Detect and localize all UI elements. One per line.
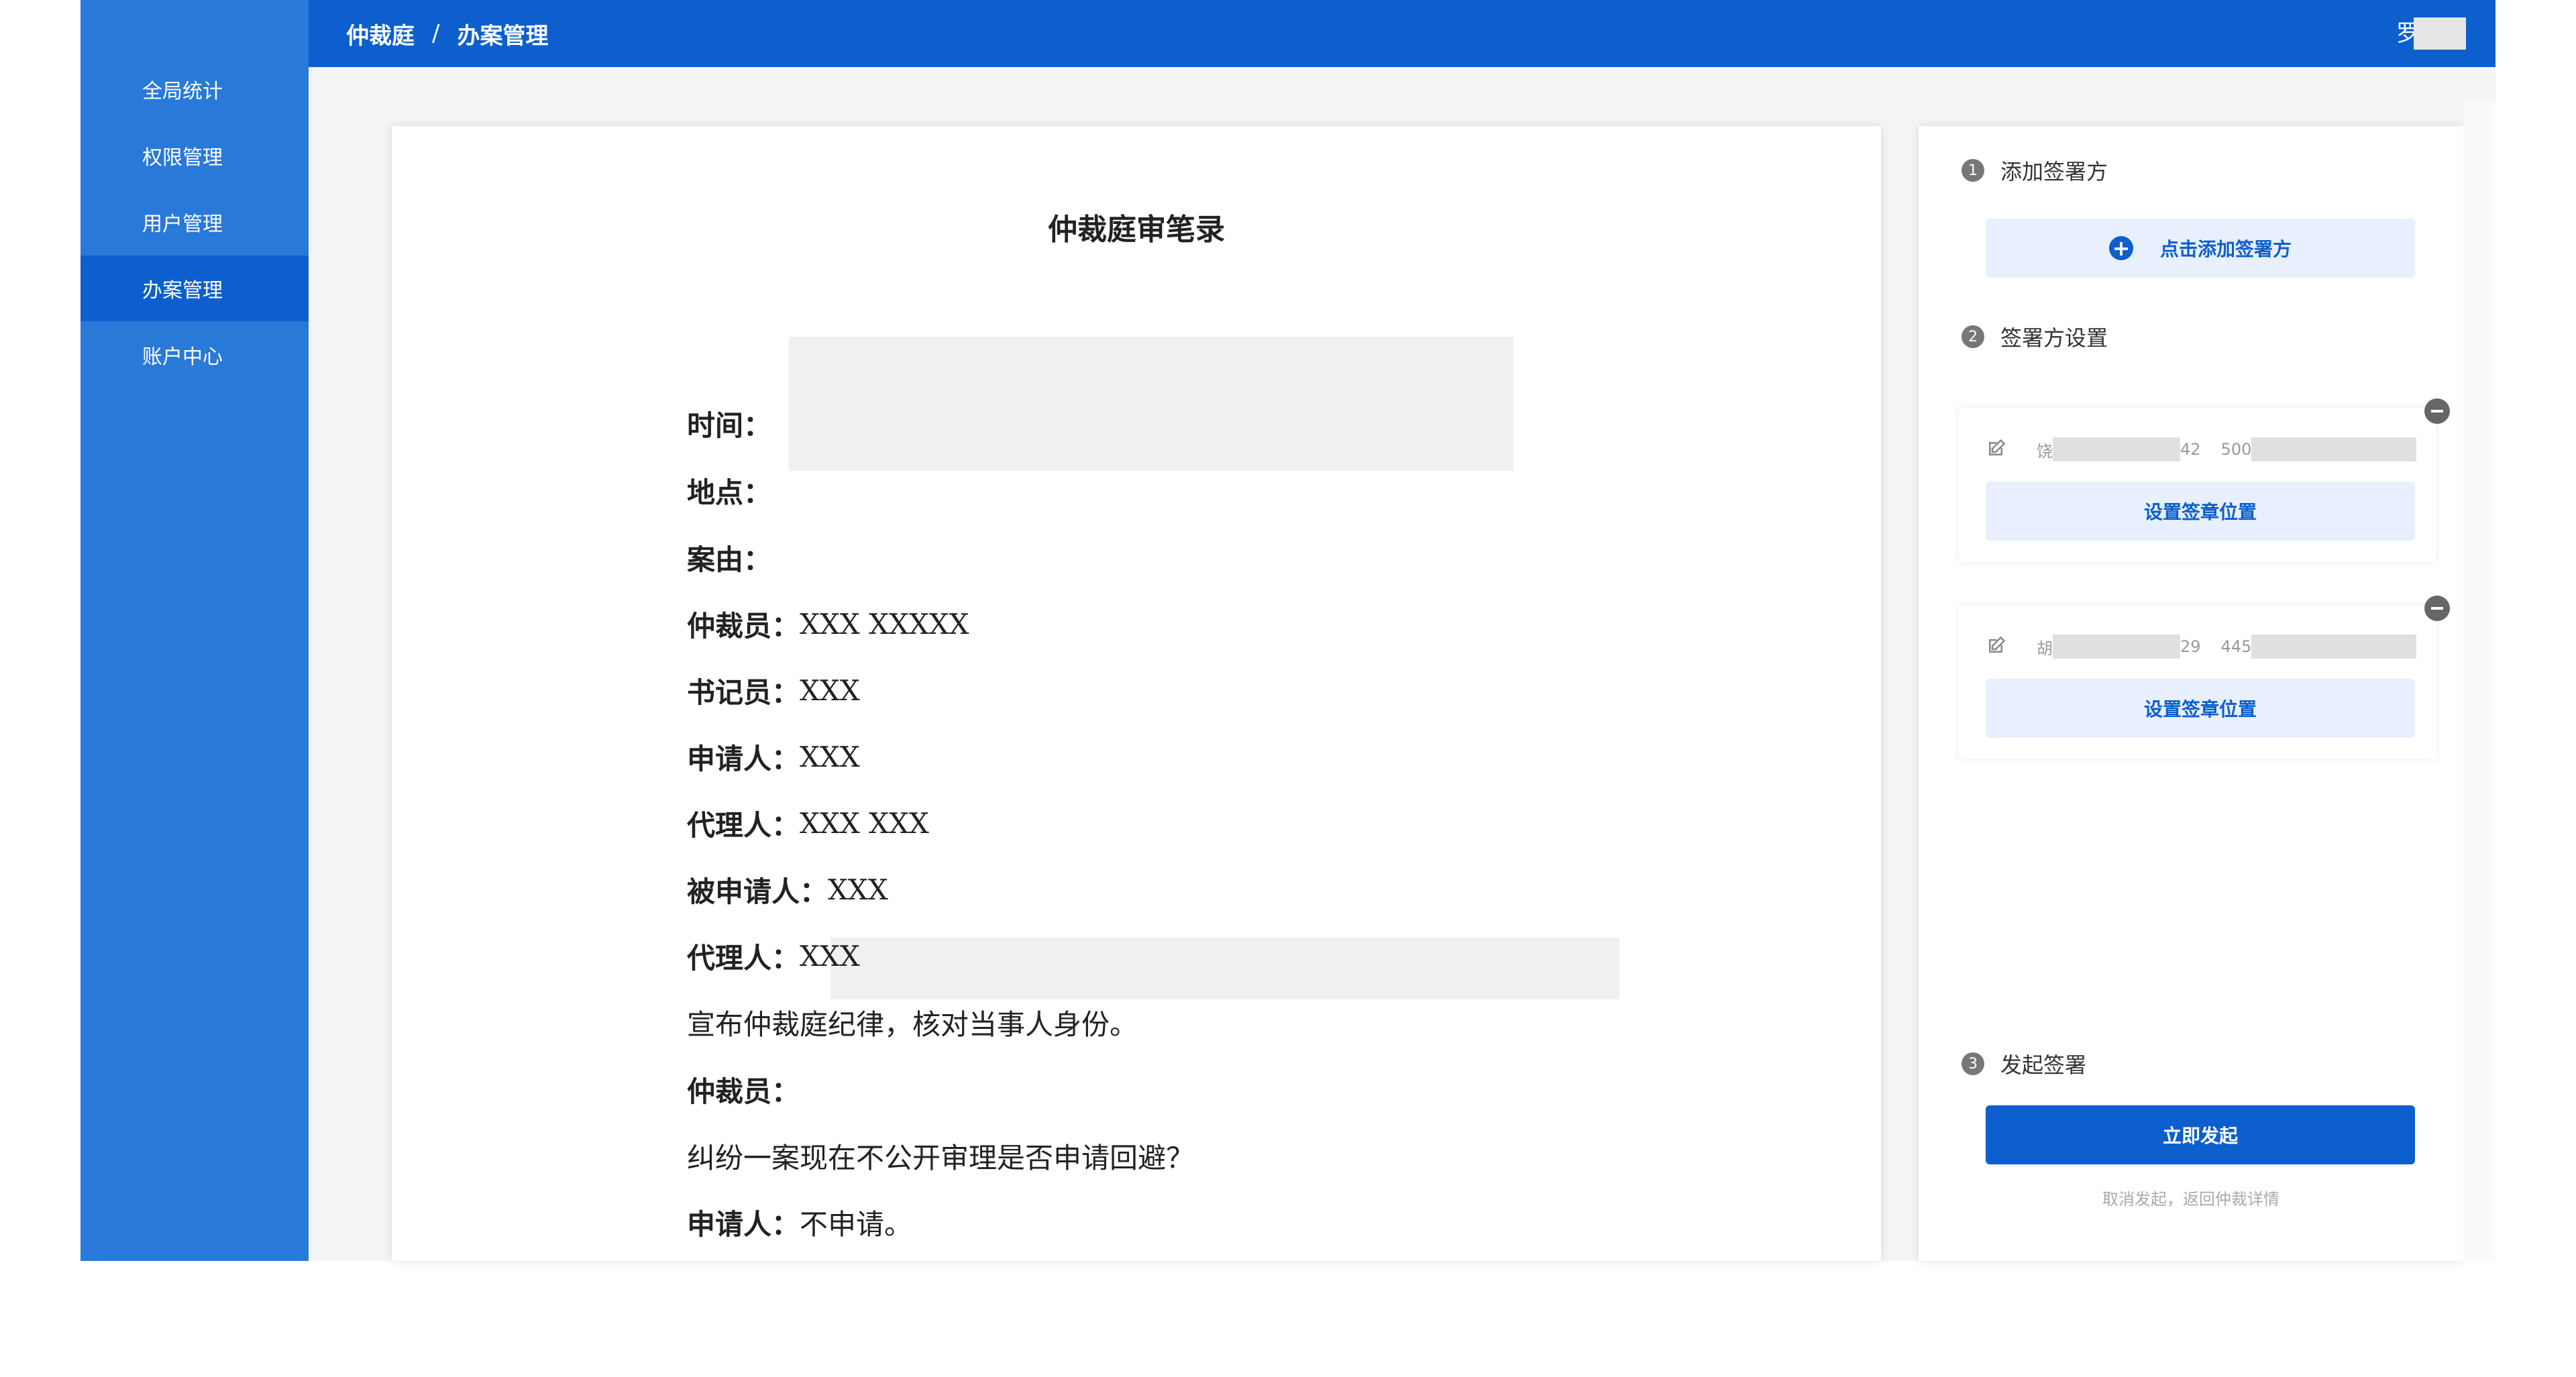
add-signer-label: 点击添加签署方 <box>2159 238 2292 260</box>
sidebar: 全局统计 权限管理 用户管理 办案管理 账户中心 <box>80 0 309 1261</box>
doc-line: 代理人： XXX XXX <box>687 801 929 845</box>
doc-line: 书记员： XXX <box>687 668 860 712</box>
doc-text: XXX <box>800 939 860 973</box>
doc-line: 代理人： XXX <box>687 934 860 978</box>
document-preview: 仲裁庭审笔录 时间： 年 月 日 地点： 案由： 仲裁员：XXX XXXXX 书… <box>392 126 1881 1261</box>
step-launch-signing: 3 发起签署 <box>1962 1048 2086 1080</box>
breadcrumb: 仲裁庭 / 办案管理 <box>346 0 548 67</box>
avatar[interactable] <box>2414 17 2466 50</box>
doc-label: 代理人： <box>687 941 800 975</box>
doc-text: XXX <box>828 873 888 906</box>
set-seal-position-button[interactable]: 设置签章位置 <box>1986 482 2415 541</box>
doc-label: 代理人： <box>687 808 800 842</box>
doc-line: 纠纷一案现在不公开审理是否申请回避？ <box>687 1134 1194 1178</box>
add-signer-button[interactable]: + 点击添加签署方 <box>1986 219 2415 278</box>
signer-phone-part: 445 <box>2220 637 2252 656</box>
doc-line: 仲裁员： XXX XXXXX <box>687 602 969 646</box>
document-title: 仲裁庭审笔录 <box>1048 213 1225 247</box>
signer-name: 饶 <box>2037 441 2053 461</box>
launch-button-label: 立即发起 <box>2162 1125 2238 1147</box>
breadcrumb-current: 办案管理 <box>457 22 549 50</box>
plus-circle-icon: + <box>2108 236 2133 260</box>
step-signer-settings: 2 签署方设置 <box>1962 321 2108 353</box>
doc-text: XXX <box>800 673 860 707</box>
doc-text: 不申请。 <box>800 1207 913 1241</box>
sidebar-item-label: 用户管理 <box>142 213 223 236</box>
launch-now-button[interactable]: 立即发起 <box>1986 1105 2415 1164</box>
signer-id-part: 42 <box>2180 440 2201 459</box>
doc-line: 仲裁员： <box>687 1067 800 1111</box>
edit-icon[interactable] <box>1986 439 2006 459</box>
signing-panel-content: 1 添加签署方 + 点击添加签署方 2 签署方设置 饶 42 500 设置签章位… <box>1919 126 2463 1261</box>
step-add-signer-row: 1 添加签署方 <box>1962 154 2108 186</box>
redacted-phone <box>2251 437 2417 461</box>
doc-label: 案由： <box>687 543 772 576</box>
breadcrumb-separator: / <box>432 20 440 47</box>
doc-line: 被申请人： XXX <box>687 867 888 912</box>
redacted-id <box>2053 437 2180 461</box>
cancel-launch-link[interactable]: 取消发起，返回仲裁详情 <box>1919 1186 2463 1209</box>
step-number: 3 <box>1962 1052 1984 1075</box>
redacted-phone <box>2251 635 2417 659</box>
set-seal-position-button[interactable]: 设置签章位置 <box>1986 679 2415 738</box>
doc-line: 宣布仲裁庭纪律，核对当事人身份。 <box>687 1000 1138 1044</box>
doc-label: 申请人： <box>687 1207 800 1241</box>
doc-text: 纠纷一案现在不公开审理是否申请回避？ <box>687 1141 1195 1174</box>
edit-icon[interactable] <box>1986 636 2006 656</box>
background-strip <box>2463 101 2496 1261</box>
signer-card: 胡 29 445 设置签章位置 <box>1959 596 2450 759</box>
doc-label: 地点： <box>687 476 772 509</box>
doc-label: 申请人： <box>687 742 800 775</box>
signer-id-part: 29 <box>2180 637 2201 656</box>
doc-label: 书记员： <box>687 675 800 709</box>
signer-phone-part: 500 <box>2220 440 2252 459</box>
signer-card: 饶 42 500 设置签章位置 <box>1959 398 2450 562</box>
doc-label: 仲裁员： <box>687 1075 800 1108</box>
sidebar-item-label: 全局统计 <box>142 80 223 103</box>
seal-button-label: 设置签章位置 <box>2143 501 2257 523</box>
remove-circle-icon[interactable] <box>2424 596 2450 621</box>
sidebar-item-label: 账户中心 <box>142 345 223 369</box>
breadcrumb-home[interactable]: 仲裁庭 <box>346 17 415 50</box>
step-number: 2 <box>1962 325 1984 348</box>
signer-info: 饶 42 500 <box>2037 437 2417 461</box>
doc-text: XXX XXX <box>800 806 929 840</box>
doc-label: 仲裁员： <box>687 609 800 643</box>
sidebar-item-case-management[interactable]: 办案管理 <box>80 256 309 321</box>
doc-line: 案由： <box>687 535 771 580</box>
seal-button-label: 设置签章位置 <box>2143 698 2257 720</box>
doc-text: 宣布仲裁庭纪律，核对当事人身份。 <box>687 1007 1138 1041</box>
step-label: 添加签署方 <box>2000 159 2108 184</box>
step-label: 发起签署 <box>2000 1052 2087 1078</box>
top-header: 仲裁庭 / 办案管理 罗 <box>309 0 2496 67</box>
doc-label: 时间： <box>687 408 772 442</box>
doc-line: 申请人： 不申请。 <box>687 1200 912 1244</box>
sidebar-item-permissions[interactable]: 权限管理 <box>80 123 309 188</box>
remove-circle-icon[interactable] <box>2424 398 2450 424</box>
signer-info: 胡 29 445 <box>2037 635 2417 659</box>
sidebar-item-label: 权限管理 <box>142 146 223 170</box>
sidebar-item-label: 办案管理 <box>142 279 223 302</box>
doc-text: XXX XXXXX <box>800 607 969 641</box>
step-label: 签署方设置 <box>2000 325 2108 351</box>
doc-line: 地点： <box>687 468 771 512</box>
sidebar-item-account[interactable]: 账户中心 <box>80 322 309 388</box>
redacted-id <box>2053 635 2180 659</box>
sidebar-item-users[interactable]: 用户管理 <box>80 189 309 255</box>
redacted-block <box>830 938 1619 999</box>
redacted-block <box>789 337 1513 471</box>
doc-line: 申请人： XXX <box>687 734 860 779</box>
sidebar-item-global-stats[interactable]: 全局统计 <box>80 56 309 122</box>
doc-text: XXX <box>800 740 860 773</box>
doc-label: 被申请人： <box>687 875 828 908</box>
signer-name: 胡 <box>2037 639 2053 658</box>
step-number: 1 <box>1962 159 1984 182</box>
